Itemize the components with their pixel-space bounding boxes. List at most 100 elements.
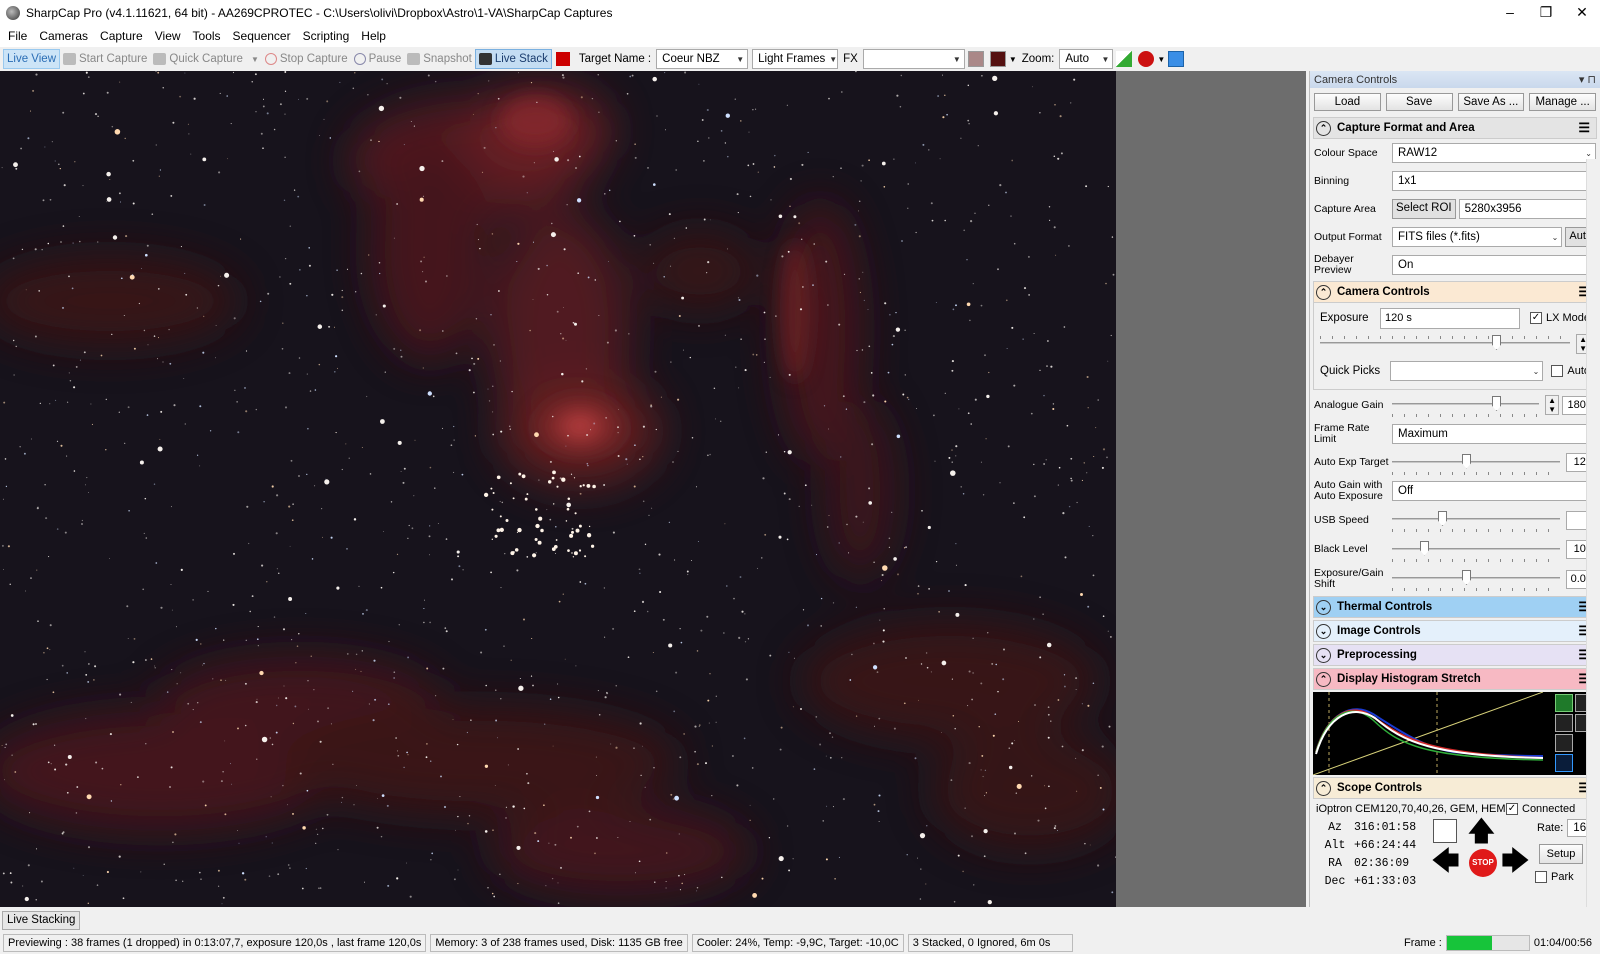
star — [456, 550, 460, 554]
debayer-preview-label: Debayer Preview — [1314, 253, 1354, 276]
panel-scrollbar[interactable] — [1586, 159, 1600, 907]
histogram-display[interactable] — [1312, 691, 1597, 776]
thermal-controls-section-header[interactable]: ⌄ Thermal Controls ☰ — [1313, 596, 1597, 618]
analogue-gain-slider[interactable] — [1392, 395, 1540, 417]
scope-controls-section-header[interactable]: ⌃ Scope Controls ☰ — [1313, 777, 1597, 799]
auto-exp-target-slider[interactable] — [1392, 453, 1560, 475]
pause-button[interactable]: Pause — [351, 49, 405, 69]
auto-gain-select[interactable]: Off⌄ — [1392, 481, 1596, 501]
save-as-button[interactable]: Save As ... — [1457, 93, 1525, 111]
tab-live-stacking[interactable]: Live Stacking — [2, 911, 81, 930]
gain-stepper[interactable]: ▲ ▼ — [1545, 395, 1559, 415]
auto-exposure-checkbox[interactable] — [1551, 365, 1564, 377]
stretch-toggle-icon[interactable] — [1555, 694, 1573, 712]
cluster-star — [571, 530, 574, 534]
live-view-button[interactable]: Live View — [3, 49, 61, 69]
star — [859, 291, 861, 294]
save-icon[interactable] — [1555, 754, 1573, 772]
menu-scripting[interactable]: Scripting — [297, 29, 356, 43]
star — [75, 365, 78, 368]
camera-controls-section-header[interactable]: ⌃ Camera Controls ☰ — [1313, 281, 1597, 303]
minimize-button[interactable]: – — [1492, 0, 1528, 25]
menu-cameras[interactable]: Cameras — [33, 29, 94, 43]
star — [330, 723, 332, 725]
start-capture-button[interactable]: Start Capture — [60, 49, 150, 69]
quick-picks-select[interactable]: ⌄ — [1390, 361, 1544, 381]
setup-button[interactable]: Setup — [1539, 844, 1583, 864]
star — [254, 73, 257, 76]
target-name-select[interactable]: Coeur NBZ ▼ — [656, 49, 749, 69]
record-icon[interactable] — [555, 52, 570, 66]
color-picker-icon[interactable] — [967, 51, 984, 67]
frame-type-select[interactable]: Light Frames ▼ — [752, 49, 839, 69]
capture-area-select[interactable]: 5280x3956⌄ — [1458, 199, 1596, 219]
reset-icon[interactable] — [1555, 734, 1573, 752]
load-button[interactable]: Load — [1314, 93, 1381, 111]
menu-view[interactable]: View — [149, 29, 187, 43]
zoom-select[interactable]: Auto ▼ — [1059, 49, 1114, 69]
star — [355, 291, 357, 293]
star — [25, 289, 27, 291]
goto-icon[interactable] — [1433, 819, 1457, 843]
usb-speed-slider[interactable] — [1392, 510, 1560, 532]
star — [495, 689, 497, 691]
cluster-star — [567, 497, 571, 500]
star — [126, 605, 129, 608]
star — [789, 205, 791, 207]
frame-rate-select[interactable]: Maximum⌄ — [1392, 424, 1596, 444]
exposure-gain-shift-slider[interactable] — [1392, 569, 1560, 591]
histogram-section-header[interactable]: ⌃ Display Histogram Stretch ☰ — [1313, 668, 1597, 690]
capture-format-section-header[interactable]: ⌃ Capture Format and Area ☰ — [1313, 117, 1597, 139]
exposure-input[interactable]: 120 s — [1380, 307, 1520, 329]
star — [670, 361, 672, 363]
menu-icon[interactable]: ☰ — [1578, 120, 1590, 136]
reticle-icon[interactable] — [989, 51, 1006, 67]
menu-help[interactable]: Help — [355, 29, 392, 43]
close-button[interactable]: ✕ — [1564, 0, 1600, 25]
live-image-viewer[interactable] — [0, 71, 1116, 907]
lx-mode-checkbox[interactable]: ✓ — [1529, 312, 1542, 324]
maximize-button[interactable]: ❐ — [1528, 0, 1564, 25]
star — [907, 183, 909, 185]
star — [982, 494, 985, 496]
menu-capture[interactable]: Capture — [94, 29, 149, 43]
star — [815, 716, 818, 718]
save-button[interactable]: Save — [1385, 93, 1453, 111]
stop-button[interactable]: STOP — [1469, 849, 1497, 877]
output-format-select[interactable]: FITS files (*.fits) ⌄ — [1392, 227, 1563, 247]
zoom-value: Auto — [1065, 53, 1090, 65]
star — [744, 613, 746, 615]
preprocessing-section-header[interactable]: ⌄ Preprocessing ☰ — [1313, 644, 1597, 666]
snapshot-button[interactable]: Snapshot — [404, 49, 475, 69]
binning-select[interactable]: 1x1⌄ — [1392, 171, 1596, 191]
black-level-slider[interactable] — [1392, 540, 1560, 562]
colour-space-select[interactable]: RAW12 ⌄ — [1392, 143, 1596, 163]
quick-capture-button[interactable]: Quick Capture ▼ — [150, 49, 261, 69]
chevron-down-icon[interactable]: ▼ — [1009, 55, 1017, 64]
image-controls-section-header[interactable]: ⌄ Image Controls ☰ — [1313, 620, 1597, 642]
chevron-down-icon[interactable]: ▼ — [1157, 55, 1165, 64]
manage-button[interactable]: Manage ... — [1529, 93, 1596, 111]
park-checkbox[interactable] — [1535, 871, 1547, 883]
arrow-up-icon[interactable]: 🡅 — [1467, 817, 1496, 845]
exposure-slider[interactable] — [1320, 334, 1571, 354]
connected-checkbox[interactable]: ✓ — [1506, 803, 1518, 815]
menu-sequencer[interactable]: Sequencer — [227, 29, 297, 43]
fx-select[interactable]: ▼ — [862, 49, 965, 69]
select-roi-button[interactable]: Select ROI — [1392, 199, 1456, 219]
menu-tools[interactable]: Tools — [187, 29, 227, 43]
menu-file[interactable]: File — [2, 29, 33, 43]
histogram-icon[interactable] — [1116, 51, 1133, 67]
pin-icon[interactable]: ▾ ⊓ — [1579, 73, 1596, 86]
telescope-icon[interactable] — [1168, 51, 1185, 67]
magnifier-icon[interactable] — [1138, 51, 1155, 67]
star — [52, 691, 55, 694]
star — [173, 404, 176, 407]
debayer-preview-select[interactable]: On⌄ — [1392, 255, 1596, 275]
stop-capture-button[interactable]: Stop Capture — [262, 49, 351, 69]
auto-stretch-icon[interactable] — [1555, 714, 1573, 732]
star — [984, 795, 985, 797]
arrow-left-icon[interactable]: 🡄 — [1431, 847, 1460, 875]
live-stack-button[interactable]: Live Stack — [474, 49, 552, 69]
arrow-right-icon[interactable]: 🡆 — [1501, 847, 1530, 875]
